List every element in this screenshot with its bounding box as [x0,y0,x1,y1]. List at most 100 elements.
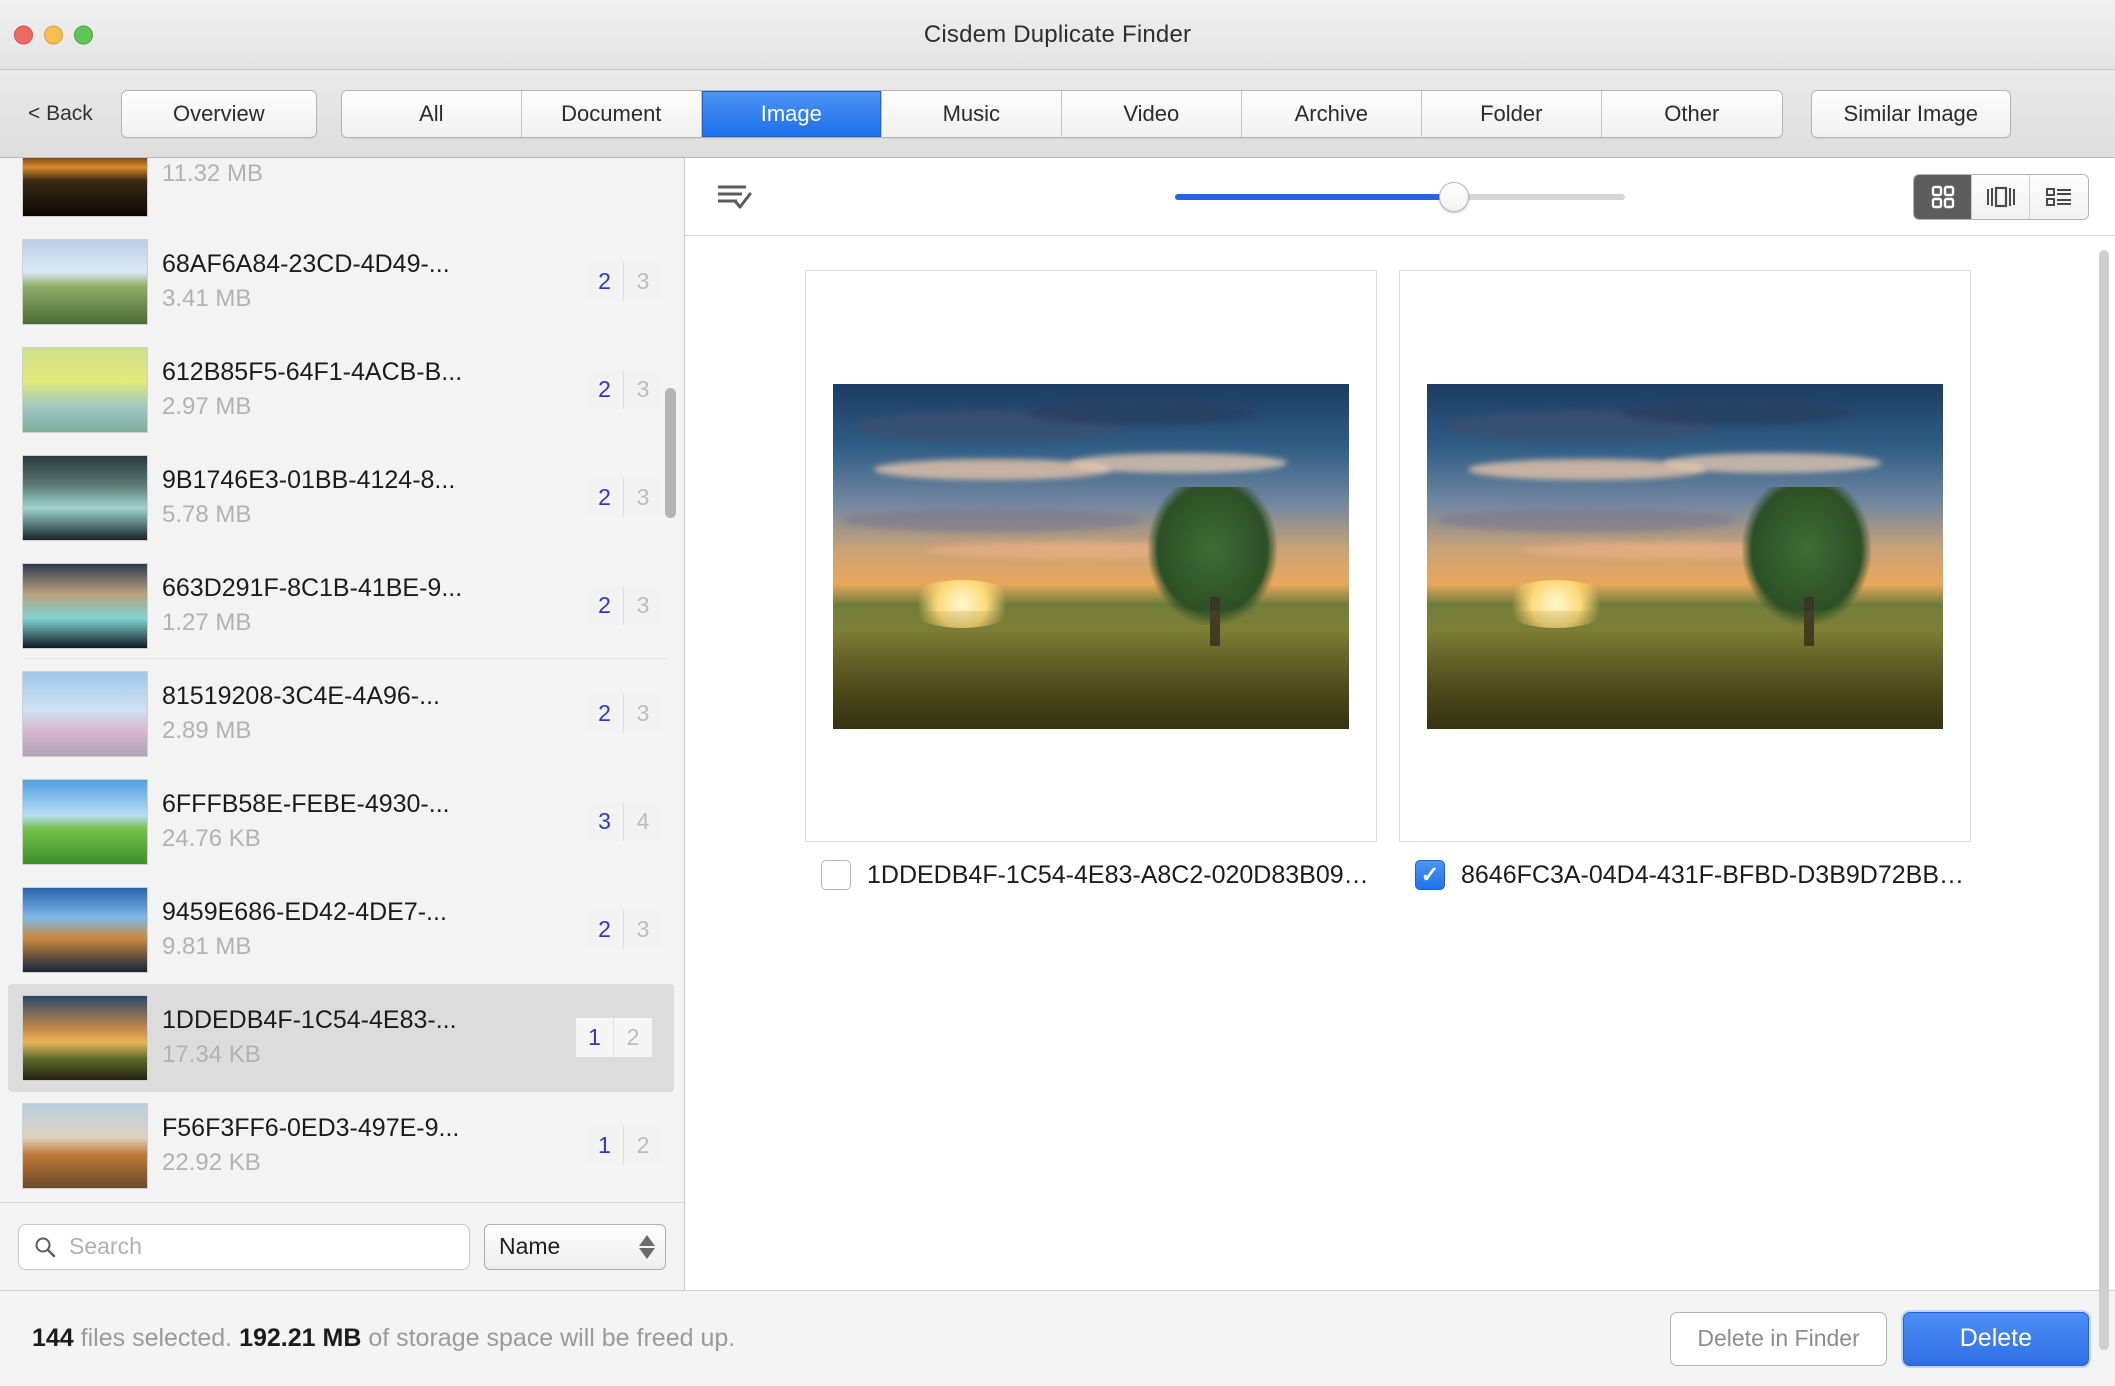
file-list-item[interactable]: 1DDEDB4F-1C54-4E83-... 17.34 KB 1 2 [8,984,674,1092]
duplicate-count-badge: 12 [586,1126,662,1165]
sidebar-footer: Search Name [0,1202,684,1290]
file-list-item[interactable]: 6FFFB58E-FEBE-4930-... 24.76 KB 3 4 [0,768,684,876]
sort-list-check-icon[interactable] [711,174,757,220]
file-thumbnail [22,1102,148,1189]
slider-knob[interactable] [1439,181,1469,212]
file-thumbnail [22,886,148,973]
similar-image-button[interactable]: Similar Image [1810,89,2011,138]
tab-folder[interactable]: Folder [1421,90,1602,137]
tab-other[interactable]: Other [1601,90,1782,137]
file-size: 2.89 MB [162,717,252,744]
card-label-row: 1DDEDB4F-1C54-4E83-A8C2-020D83B09B... [805,842,1377,890]
file-meta: 1DDEDB4F-1C54-4E83-... 17.34 KB [162,1006,562,1069]
file-list-item[interactable]: 68AF6A84-23CD-4D49-... 3.41 MB 2 3 [0,228,684,336]
zoom-slider[interactable] [1175,181,1625,212]
status-bar: 144 files selected. 192.21 MB of storage… [0,1290,2115,1386]
duplicate-total-count: 3 [624,478,662,517]
file-name: 612B85F5-64F1-4ACB-B... [162,358,463,386]
check-icon: ✓ [1420,862,1440,887]
preview-toolbar [685,158,2115,236]
duplicate-total-count: 2 [624,1126,662,1165]
duplicate-count-badge: 23 [586,478,662,517]
file-name: 9B1746E3-01BB-4124-8... [162,466,456,494]
status-text-mid: files selected. [73,1324,240,1352]
preview-image [1427,383,1943,729]
sort-value: Name [499,1233,561,1259]
tab-video[interactable]: Video [1061,90,1242,137]
file-sidebar: 11.32 MB 68AF6A84-23CD-4D49-... 3.41 MB 2 3 6… [0,158,685,1290]
file-list-item[interactable]: 612B85F5-64F1-4ACB-B... 2.97 MB 2 3 [0,336,684,444]
stepper-icon [639,1234,655,1259]
file-thumbnail [22,670,148,757]
file-name: 9459E686-ED42-4DE7-... [162,898,447,926]
file-name: F56F3FF6-0ED3-497E-9... [162,1114,460,1142]
duplicate-selected-count: 2 [586,694,624,733]
file-size: 17.34 KB [162,1041,261,1068]
sidebar-scrollbar[interactable] [665,388,676,518]
list-icon [2046,187,2071,206]
title-bar: Cisdem Duplicate Finder [0,0,2115,70]
file-meta: F56F3FF6-0ED3-497E-9... 22.92 KB [162,1114,572,1177]
file-thumbnail [22,778,148,865]
tab-image[interactable]: Image [701,90,882,137]
file-meta: 9B1746E3-01BB-4124-8... 5.78 MB [162,466,572,529]
delete-in-finder-button[interactable]: Delete in Finder [1670,1311,1887,1366]
carousel-view-button[interactable] [1972,174,2030,219]
card-image-frame [1399,270,1971,842]
duplicate-total-count: 2 [614,1018,652,1057]
file-list-item[interactable]: 11.32 MB [0,158,684,228]
tab-document[interactable]: Document [521,90,702,137]
duplicate-total-count: 3 [624,910,662,949]
traffic-lights [14,25,93,44]
file-thumbnail [22,238,148,325]
file-list-item[interactable]: 9459E686-ED42-4DE7-... 9.81 MB 2 3 [0,876,684,984]
file-size: 3.41 MB [162,285,252,312]
preview-scrollbar[interactable] [2099,250,2109,1350]
duplicate-total-count: 3 [624,586,662,625]
card-checkbox[interactable] [821,860,851,890]
grid-view-button[interactable] [1914,174,1972,219]
file-name: 81519208-3C4E-4A96-... [162,682,440,710]
file-list-item[interactable]: 663D291F-8C1B-41BE-9... 1.27 MB 2 3 [0,552,684,660]
duplicate-selected-count: 1 [576,1018,614,1057]
file-list-item[interactable]: F56F3FF6-0ED3-497E-9... 22.92 KB 1 2 [0,1092,684,1200]
file-list-item[interactable]: 68ABE489-0C3E-4669- [0,1200,684,1202]
selected-file-count: 144 [32,1324,74,1352]
card-checkbox[interactable]: ✓ [1415,860,1445,890]
duplicate-card[interactable]: 1DDEDB4F-1C54-4E83-A8C2-020D83B09B... [805,270,1377,890]
back-button[interactable]: < Back [18,96,107,132]
carousel-icon [1986,186,2015,207]
file-list-item[interactable]: 81519208-3C4E-4A96-... 2.89 MB 2 3 [0,660,684,768]
tab-archive[interactable]: Archive [1241,90,1422,137]
duplicate-total-count: 4 [624,802,662,841]
delete-button[interactable]: Delete [1902,1311,2089,1366]
category-tabs: All Document Image Music Video Archive Folder O… [340,89,1783,138]
file-list-item[interactable]: 9B1746E3-01BB-4124-8... 5.78 MB 2 3 [0,444,684,552]
file-meta: 6FFFB58E-FEBE-4930-... 24.76 KB [162,790,572,853]
close-button[interactable] [14,25,33,44]
file-meta: 612B85F5-64F1-4ACB-B... 2.97 MB [162,358,572,421]
sort-dropdown[interactable]: Name [484,1223,666,1270]
duplicate-count-badge: 23 [586,262,662,301]
duplicate-card[interactable]: ✓ 8646FC3A-04D4-431F-BFBD-D3B9D72BB4... [1399,270,1971,890]
file-meta: 81519208-3C4E-4A96-... 2.89 MB [162,682,572,745]
search-input[interactable]: Search [18,1223,470,1270]
tab-music[interactable]: Music [881,90,1062,137]
duplicate-count-badge: 12 [576,1018,652,1057]
duplicate-selected-count: 3 [586,802,624,841]
search-icon [35,1237,56,1257]
zoom-button[interactable] [74,25,93,44]
duplicate-selected-count: 2 [586,910,624,949]
duplicate-selected-count: 2 [586,478,624,517]
file-size: 24.76 KB [162,825,261,852]
card-filename: 1DDEDB4F-1C54-4E83-A8C2-020D83B09B... [867,860,1373,889]
list-view-button[interactable] [2030,174,2088,219]
tab-all[interactable]: All [341,90,522,137]
file-meta: 9459E686-ED42-4DE7-... 9.81 MB [162,898,572,961]
grid-icon [1931,185,1954,208]
minimize-button[interactable] [44,25,63,44]
overview-button[interactable]: Overview [120,89,317,138]
preview-panel: 1DDEDB4F-1C54-4E83-A8C2-020D83B09B... ✓ 86… [685,158,2115,1350]
card-label-row: ✓ 8646FC3A-04D4-431F-BFBD-D3B9D72BB4... [1399,842,1971,890]
duplicate-total-count: 3 [624,370,662,409]
